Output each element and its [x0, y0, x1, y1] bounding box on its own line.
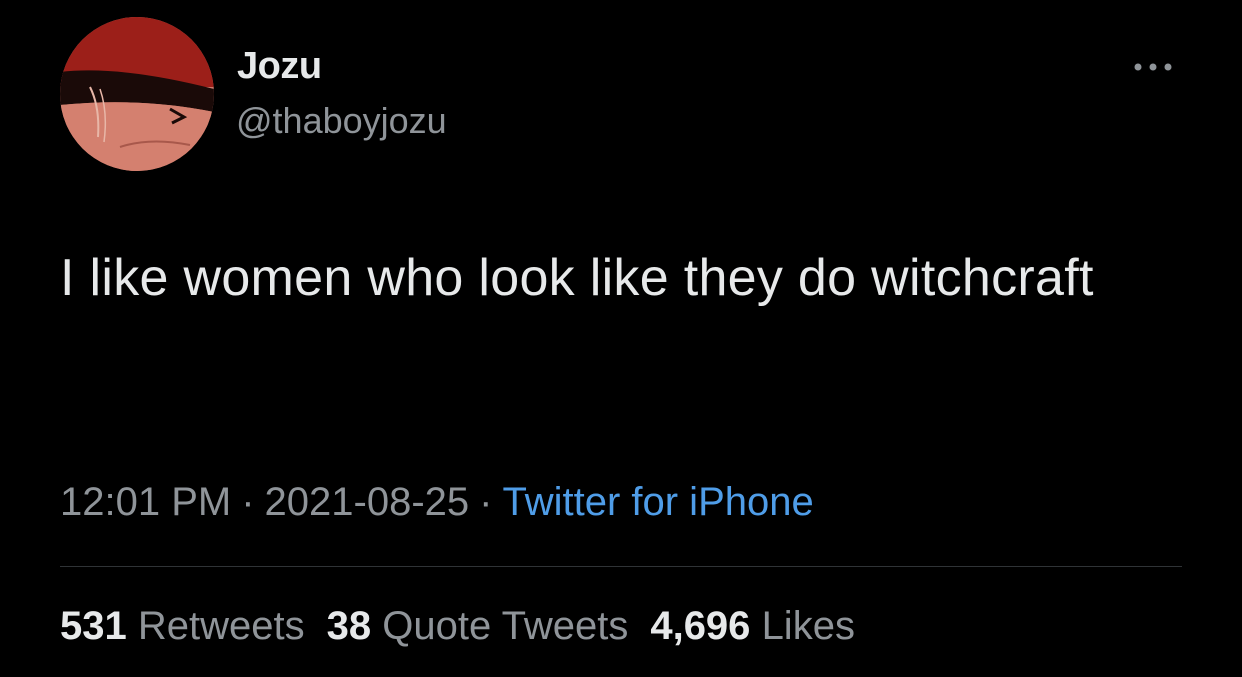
likes-count: 4,696 — [650, 604, 751, 648]
likes-label: Likes — [761, 604, 855, 648]
retweets-label: Retweets — [137, 604, 305, 648]
author-handle[interactable]: @thaboyjozu — [236, 100, 447, 142]
tweet-source-link[interactable]: Twitter for iPhone — [502, 480, 813, 524]
quote-tweets-count: 38 — [326, 604, 372, 648]
quote-tweets-stat[interactable]: 38 Quote Tweets — [327, 604, 629, 649]
divider — [60, 566, 1182, 567]
retweets-stat[interactable]: 531 Retweets — [60, 604, 305, 649]
tweet-metadata: 12:01 PM · 2021-08-25 · Twitter for iPhone — [60, 480, 814, 525]
retweets-count: 531 — [60, 604, 127, 648]
tweet-text: I like women who look like they do witch… — [60, 249, 1094, 307]
tweet-stats: 531 Retweets 38 Quote Tweets 4,696 Likes — [60, 604, 877, 649]
quote-tweets-label: Quote Tweets — [382, 604, 629, 648]
author-display-name[interactable]: Jozu — [237, 45, 322, 88]
tweet-card: Jozu @thaboyjozu I like women who look l… — [0, 0, 1242, 677]
separator: · — [241, 480, 255, 524]
tweet-date[interactable]: 2021-08-25 — [265, 480, 470, 524]
avatar-image — [60, 17, 214, 171]
likes-stat[interactable]: 4,696 Likes — [650, 604, 855, 649]
more-options-icon[interactable] — [1128, 52, 1180, 82]
tweet-time[interactable]: 12:01 PM — [60, 480, 231, 524]
avatar[interactable] — [60, 17, 214, 171]
separator: · — [479, 480, 493, 524]
